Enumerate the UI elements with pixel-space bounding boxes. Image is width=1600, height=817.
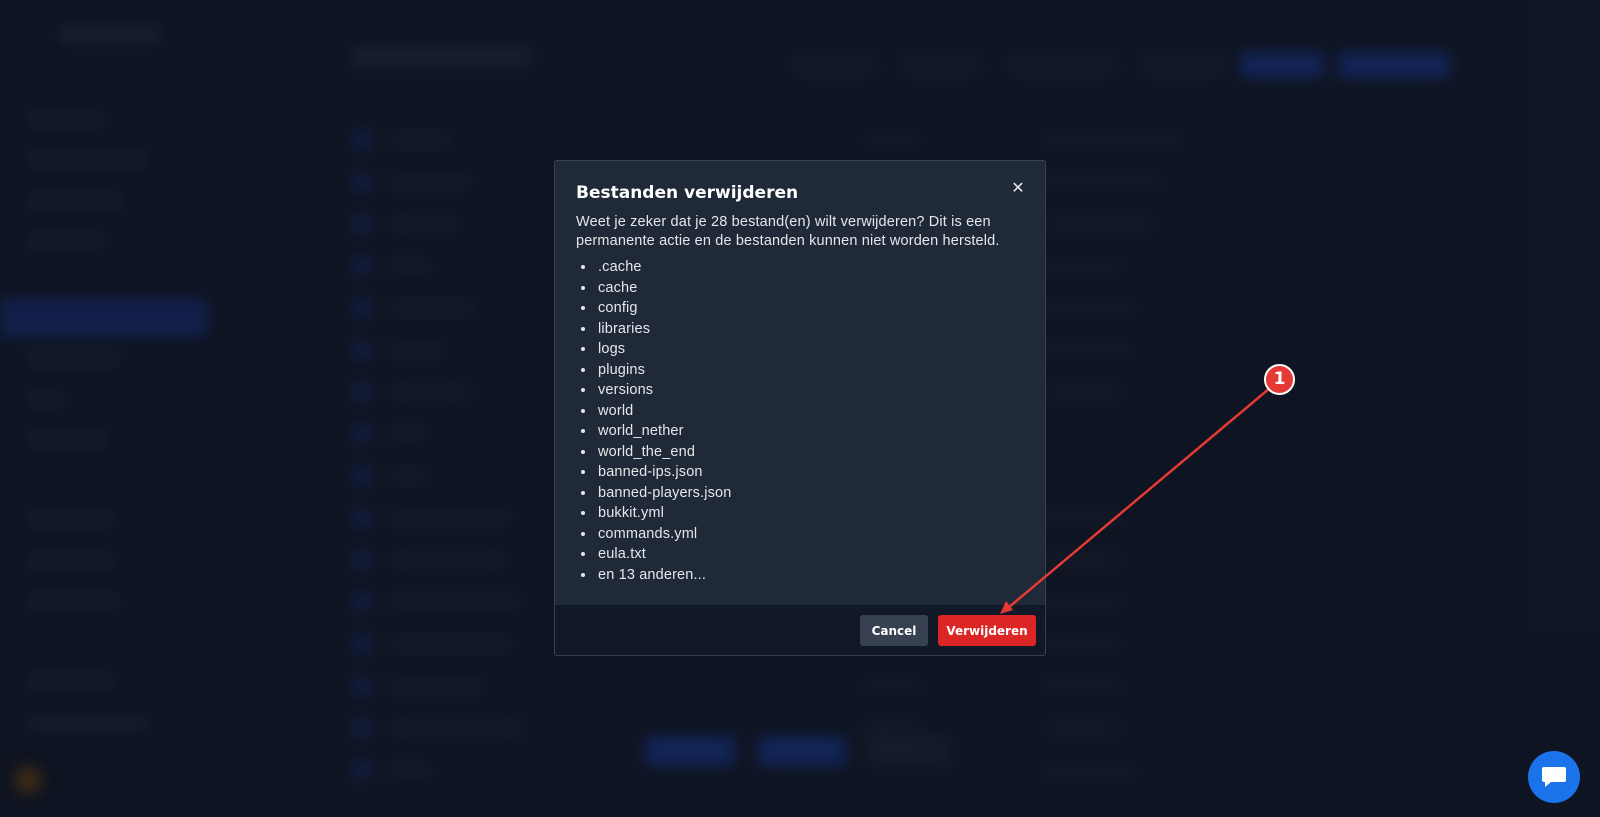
annotation-arrow-head: [1000, 601, 1013, 614]
chat-bubble-icon: [1542, 767, 1566, 787]
annotation-badge: 1: [1264, 364, 1295, 395]
chat-button[interactable]: [1528, 751, 1580, 803]
annotation-arrow: [1000, 387, 1271, 614]
annotation-arrow-line: [1007, 387, 1271, 609]
